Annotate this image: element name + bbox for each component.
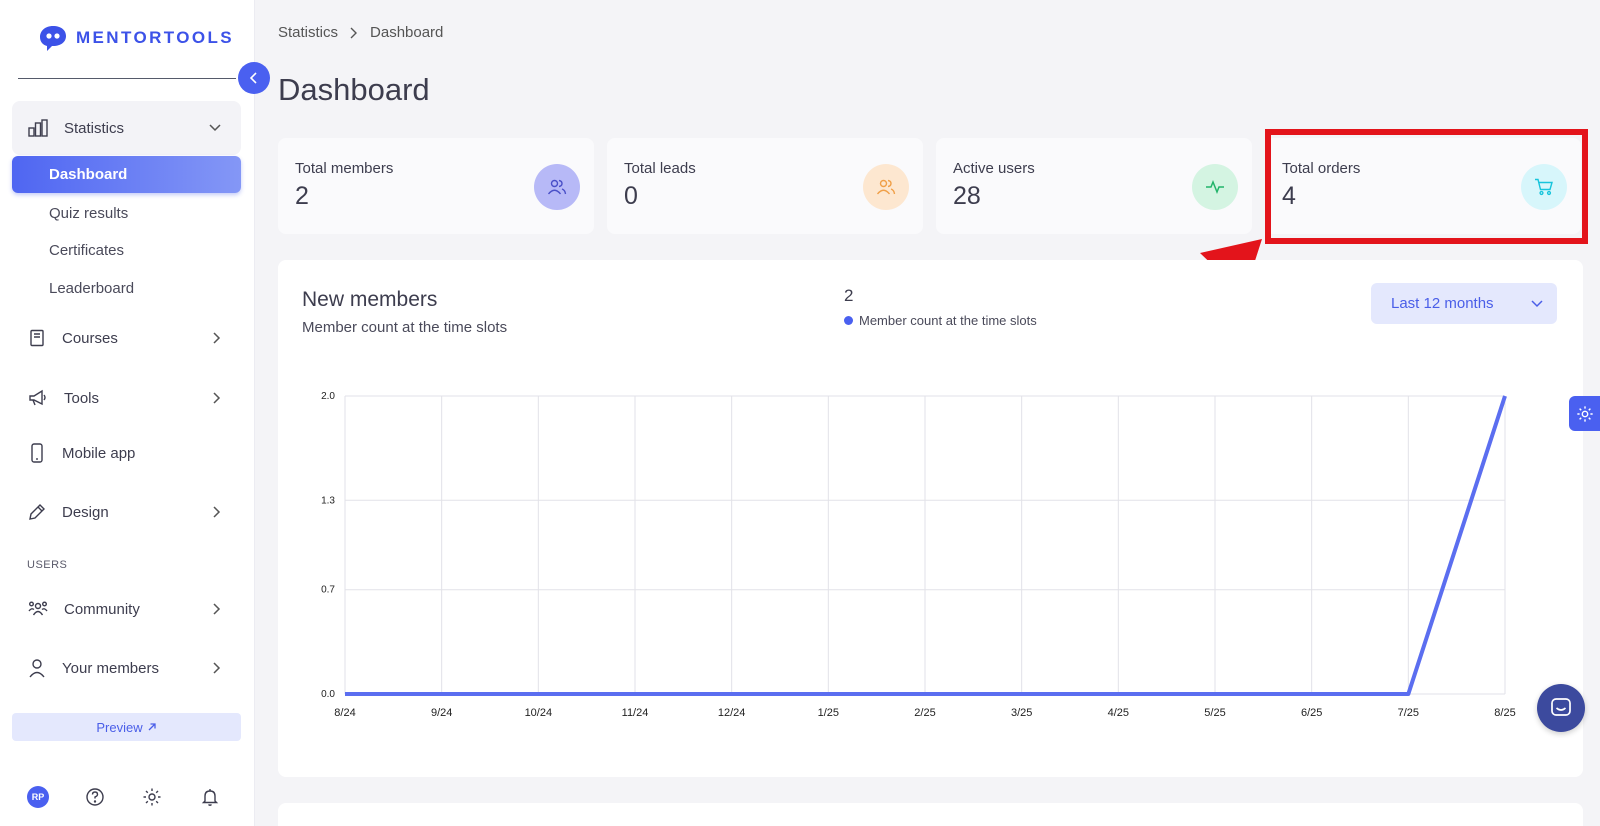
breadcrumb-parent[interactable]: Statistics bbox=[278, 24, 338, 41]
group-icon bbox=[28, 601, 48, 616]
sidebar-item-courses[interactable]: Courses bbox=[12, 318, 241, 358]
stat-value: 2 bbox=[295, 182, 309, 210]
sidebar-item-label: Courses bbox=[62, 329, 118, 347]
sidebar-item-certificates[interactable]: Certificates bbox=[49, 242, 124, 259]
chat-icon bbox=[1551, 698, 1571, 716]
sidebar-item-dashboard[interactable]: Dashboard bbox=[12, 156, 241, 193]
sidebar-item-label: Mobile app bbox=[62, 444, 136, 462]
gear-icon[interactable] bbox=[142, 787, 162, 807]
chevron-right-icon bbox=[213, 392, 221, 404]
x-tick-label: 12/24 bbox=[718, 707, 746, 719]
logo[interactable]: MENTORTOOLS bbox=[38, 24, 234, 52]
x-tick-label: 8/24 bbox=[334, 707, 355, 719]
stat-card-total-leads: Total leads 0 bbox=[607, 138, 923, 234]
y-tick-label: 1.3 bbox=[321, 495, 335, 506]
users-icon bbox=[534, 164, 580, 210]
chevron-right-icon bbox=[213, 603, 221, 615]
chevron-right-icon bbox=[350, 27, 358, 38]
stat-card-active-users: Active users 28 bbox=[936, 138, 1252, 234]
pencil-icon bbox=[29, 504, 45, 520]
page-title: Dashboard bbox=[278, 72, 430, 107]
preview-button[interactable]: Preview bbox=[12, 713, 241, 741]
help-icon[interactable] bbox=[85, 787, 105, 807]
stat-label: Active users bbox=[953, 160, 1035, 177]
sidebar-item-quiz-results[interactable]: Quiz results bbox=[49, 205, 128, 222]
sidebar-item-community[interactable]: Community bbox=[12, 589, 241, 629]
x-tick-label: 3/25 bbox=[1011, 707, 1032, 719]
book-icon bbox=[30, 329, 44, 347]
highlight-box bbox=[1265, 129, 1588, 244]
users-section-title: USERS bbox=[27, 559, 68, 571]
sidebar-item-tools[interactable]: Tools bbox=[12, 378, 241, 418]
y-tick-label: 0.0 bbox=[321, 689, 335, 700]
collapse-sidebar-button[interactable] bbox=[238, 62, 270, 94]
avatar[interactable]: RP bbox=[27, 786, 49, 808]
bar-chart-icon bbox=[28, 119, 48, 137]
breadcrumb-current: Dashboard bbox=[370, 24, 444, 41]
robot-logo-icon bbox=[40, 26, 66, 51]
x-tick-label: 5/25 bbox=[1204, 707, 1225, 719]
new-members-chart-card: New members Member count at the time slo… bbox=[278, 260, 1583, 777]
phone-icon bbox=[31, 443, 43, 463]
x-tick-label: 2/25 bbox=[914, 707, 935, 719]
y-tick-label: 0.7 bbox=[321, 585, 335, 596]
x-tick-label: 4/25 bbox=[1108, 707, 1129, 719]
sidebar-item-label: Design bbox=[62, 503, 109, 521]
x-tick-label: 9/24 bbox=[431, 707, 452, 719]
x-tick-label: 7/25 bbox=[1398, 707, 1419, 719]
sidebar: MENTORTOOLS Statistics Dashboard Quiz re… bbox=[0, 0, 255, 826]
x-tick-label: 6/25 bbox=[1301, 707, 1322, 719]
secondary-card bbox=[278, 803, 1583, 826]
x-tick-label: 1/25 bbox=[818, 707, 839, 719]
chevron-right-icon bbox=[213, 662, 221, 674]
divider bbox=[18, 78, 236, 79]
chevron-down-icon bbox=[209, 124, 221, 132]
sidebar-item-label: Tools bbox=[64, 389, 100, 407]
y-tick-label: 2.0 bbox=[321, 391, 335, 402]
stat-label: Total leads bbox=[624, 160, 696, 177]
x-tick-label: 10/24 bbox=[525, 707, 553, 719]
preview-label: Preview bbox=[96, 719, 143, 735]
chevron-right-icon bbox=[213, 506, 221, 518]
megaphone-icon bbox=[29, 389, 46, 406]
x-tick-label: 8/25 bbox=[1494, 707, 1515, 719]
gear-icon bbox=[1576, 405, 1593, 422]
chevron-left-icon bbox=[250, 72, 257, 84]
stat-label: Total members bbox=[295, 160, 394, 177]
settings-tab[interactable] bbox=[1569, 396, 1600, 431]
logo-text: MENTORTOOLS bbox=[76, 28, 235, 47]
line-chart: 0.0 0.7 1.3 2.0 8/24 9/24 10/24 11/24 12/24 1/25 2… bbox=[321, 391, 1516, 719]
sidebar-item-label: Your members bbox=[62, 659, 159, 677]
external-link-icon bbox=[148, 723, 156, 731]
bell-icon[interactable] bbox=[200, 787, 220, 807]
sidebar-item-statistics[interactable]: Statistics bbox=[12, 101, 241, 155]
activity-icon bbox=[1192, 164, 1238, 210]
sidebar-item-leaderboard[interactable]: Leaderboard bbox=[49, 280, 134, 297]
stat-value: 28 bbox=[953, 182, 981, 210]
chevron-right-icon bbox=[213, 332, 221, 344]
sidebar-item-label: Community bbox=[64, 600, 140, 618]
breadcrumb: Statistics Dashboard bbox=[278, 24, 443, 41]
sidebar-item-label: Statistics bbox=[64, 119, 125, 137]
user-icon bbox=[29, 659, 45, 678]
users-icon bbox=[863, 164, 909, 210]
sidebar-item-mobile-app[interactable]: Mobile app bbox=[12, 433, 241, 473]
sidebar-footer: RP bbox=[27, 786, 220, 808]
stat-value: 0 bbox=[624, 182, 638, 210]
stat-card-total-members: Total members 2 bbox=[278, 138, 594, 234]
x-tick-label: 11/24 bbox=[622, 707, 649, 719]
sidebar-item-design[interactable]: Design bbox=[12, 492, 241, 532]
sidebar-item-your-members[interactable]: Your members bbox=[12, 648, 241, 688]
chat-button[interactable] bbox=[1537, 684, 1585, 732]
